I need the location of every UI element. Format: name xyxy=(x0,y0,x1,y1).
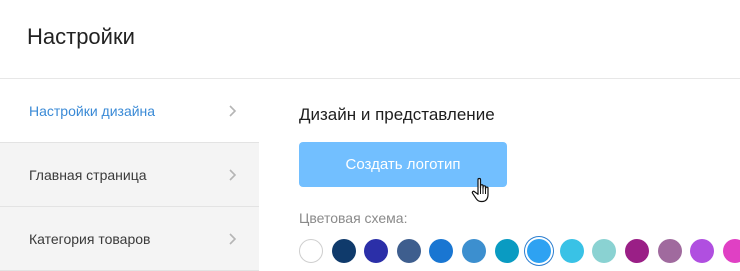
page-header: Настройки xyxy=(0,0,740,79)
color-swatch[interactable] xyxy=(592,239,616,263)
color-swatch[interactable] xyxy=(723,239,740,263)
color-swatch[interactable] xyxy=(658,239,682,263)
page-title: Настройки xyxy=(27,24,135,49)
chevron-right-icon xyxy=(229,168,237,181)
color-swatch[interactable] xyxy=(429,239,453,263)
design-panel: Дизайн и представление Создать логотип Ц… xyxy=(259,79,740,271)
color-swatch[interactable] xyxy=(299,239,323,263)
color-swatch[interactable] xyxy=(690,239,714,263)
color-swatch[interactable] xyxy=(495,239,519,263)
color-swatch-row xyxy=(299,239,740,265)
color-swatch[interactable] xyxy=(364,239,388,263)
color-swatch[interactable] xyxy=(397,239,421,263)
color-swatch[interactable] xyxy=(560,239,584,263)
section-title: Дизайн и представление xyxy=(299,105,495,124)
color-swatch[interactable] xyxy=(625,239,649,263)
color-swatch[interactable] xyxy=(332,239,356,263)
hand-pointer-icon xyxy=(471,177,489,203)
sidebar-item-label: Категория товаров xyxy=(29,230,151,247)
settings-sidebar: Настройки дизайна Главная страница Катег… xyxy=(0,79,259,271)
color-scheme-label: Цветовая схема: xyxy=(299,210,408,226)
chevron-right-icon xyxy=(229,104,237,117)
sidebar-item-home-page[interactable]: Главная страница xyxy=(0,143,259,207)
sidebar-item-label: Главная страница xyxy=(29,166,147,183)
color-swatch[interactable] xyxy=(462,239,486,263)
color-swatch[interactable] xyxy=(527,239,551,263)
sidebar-item-label: Настройки дизайна xyxy=(29,102,156,119)
chevron-right-icon xyxy=(229,232,237,245)
sidebar-item-design-settings[interactable]: Настройки дизайна xyxy=(0,79,259,143)
sidebar-item-product-category[interactable]: Категория товаров xyxy=(0,207,259,271)
